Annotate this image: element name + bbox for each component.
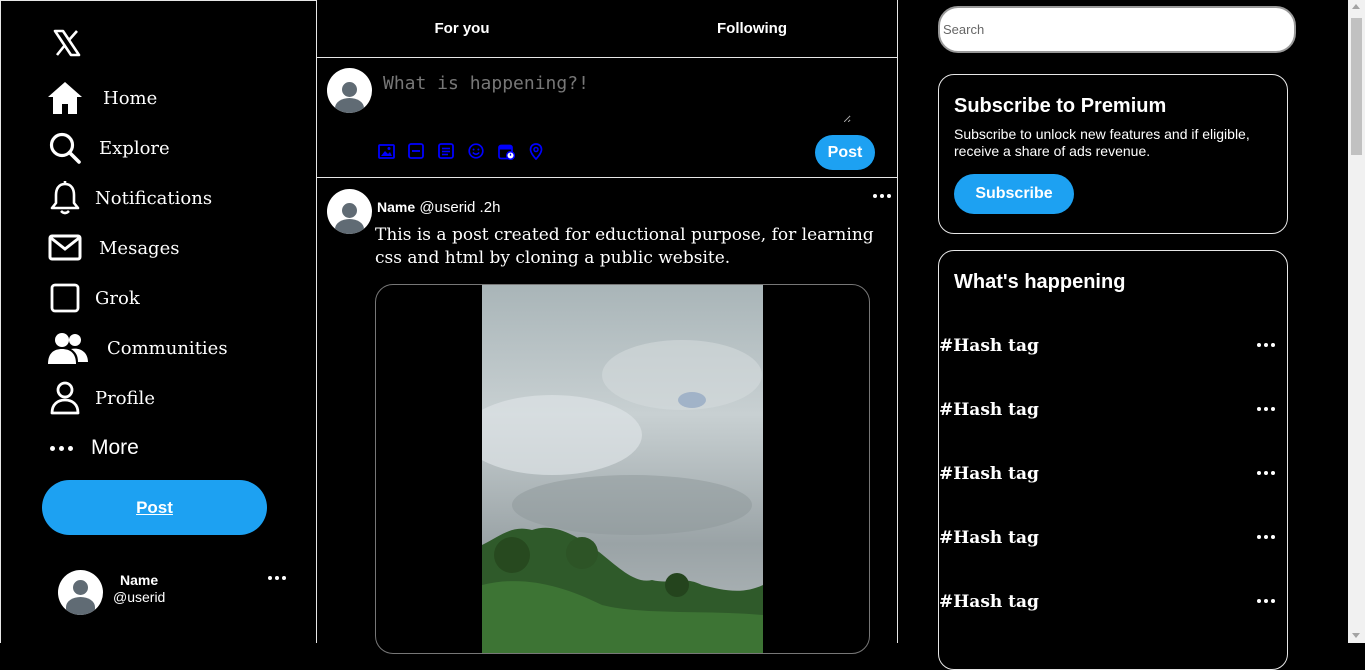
- search-input[interactable]: [938, 6, 1296, 53]
- sidebar: Home Explore Notifications Mesages Grok …: [0, 0, 317, 643]
- nav-explore-label: Explore: [99, 137, 170, 159]
- more-dots-icon[interactable]: [268, 576, 286, 580]
- tweet-header: Name @userid .2h: [377, 199, 500, 216]
- more-dots-icon[interactable]: [1257, 471, 1275, 475]
- feed-tabs: For you Following: [317, 0, 897, 58]
- nav-grok-label: Grok: [95, 287, 140, 309]
- bell-icon: [47, 180, 83, 216]
- avatar: [58, 570, 103, 615]
- tweet-meta: @userid .2h: [419, 199, 501, 216]
- subscribe-button[interactable]: Subscribe: [954, 174, 1074, 214]
- nav-messages[interactable]: Mesages: [47, 228, 179, 268]
- scroll-down-arrow-icon[interactable]: [1352, 633, 1360, 638]
- premium-description: Subscribe to unlock new features and if …: [954, 126, 1250, 159]
- nav-grok[interactable]: Grok: [47, 278, 140, 318]
- poll-icon[interactable]: [437, 142, 455, 160]
- scroll-up-arrow-icon[interactable]: [1352, 4, 1360, 9]
- nav-profile[interactable]: Profile: [47, 378, 155, 418]
- schedule-icon[interactable]: [497, 142, 515, 160]
- grok-icon: [47, 280, 83, 316]
- account-switcher[interactable]: Name @userid: [58, 570, 298, 616]
- compose-input[interactable]: [377, 67, 851, 123]
- nav-communities[interactable]: Communities: [47, 328, 228, 368]
- compose-box: Post: [317, 58, 897, 178]
- user-icon: [47, 380, 83, 416]
- compose-post-button[interactable]: Post: [815, 135, 875, 170]
- x-logo-icon[interactable]: [52, 28, 82, 58]
- trend-hashtag: #Hash tag: [939, 464, 1039, 484]
- tab-following[interactable]: Following: [607, 0, 897, 57]
- more-dots-icon[interactable]: [1257, 407, 1275, 411]
- more-dots-icon[interactable]: [1257, 535, 1275, 539]
- nav-profile-label: Profile: [95, 387, 155, 409]
- premium-card: Subscribe to Premium Subscribe to unlock…: [938, 74, 1288, 234]
- trend-item[interactable]: #Hash tag: [939, 524, 1279, 554]
- nav-notifications-label: Notifications: [95, 187, 213, 209]
- sidebar-post-button[interactable]: Post: [42, 480, 267, 535]
- nav-more-label: More: [91, 436, 139, 459]
- gif-icon[interactable]: [407, 142, 425, 160]
- nav-messages-label: Mesages: [99, 237, 180, 259]
- trends-card: What's happening #Hash tag #Hash tag #Ha…: [938, 250, 1288, 670]
- trend-hashtag: #Hash tag: [939, 336, 1039, 356]
- tweet-image: [482, 285, 763, 653]
- more-dots-icon[interactable]: [873, 194, 891, 198]
- scrollbar-thumb[interactable]: [1351, 18, 1362, 155]
- tweet-text: This is a post created for eductional pu…: [375, 225, 874, 268]
- trend-hashtag: #Hash tag: [939, 592, 1039, 612]
- trend-item[interactable]: #Hash tag: [939, 588, 1279, 618]
- tab-for-you[interactable]: For you: [317, 0, 607, 57]
- emoji-icon[interactable]: [467, 142, 485, 160]
- nav-explore[interactable]: Explore: [47, 128, 170, 168]
- profile-userid: @userid: [113, 589, 166, 605]
- trend-item[interactable]: #Hash tag: [939, 332, 1279, 362]
- tweet-media[interactable]: [375, 284, 870, 654]
- avatar: [327, 68, 372, 113]
- nav-communities-label: Communities: [107, 337, 228, 359]
- people-icon: [47, 330, 89, 366]
- premium-title: Subscribe to Premium: [954, 95, 1167, 117]
- envelope-icon: [47, 230, 83, 266]
- more-dots-icon[interactable]: [1257, 343, 1275, 347]
- nav-home[interactable]: Home: [47, 78, 157, 118]
- image-icon[interactable]: [377, 142, 395, 160]
- avatar[interactable]: [327, 189, 372, 234]
- trend-item[interactable]: #Hash tag: [939, 396, 1279, 426]
- compose-toolbar: [377, 142, 545, 160]
- trend-item[interactable]: #Hash tag: [939, 460, 1279, 490]
- more-dots-icon: [47, 430, 75, 466]
- tweet-author-name[interactable]: Name: [377, 199, 415, 215]
- trends-title: What's happening: [954, 271, 1126, 293]
- trend-hashtag: #Hash tag: [939, 528, 1039, 548]
- home-icon: [47, 80, 83, 116]
- nav-home-label: Home: [103, 87, 158, 109]
- trend-hashtag: #Hash tag: [939, 400, 1039, 420]
- nav-more[interactable]: More: [47, 428, 139, 468]
- location-icon[interactable]: [527, 142, 545, 160]
- tweet: Name @userid .2h This is a post created …: [317, 179, 897, 654]
- more-dots-icon[interactable]: [1257, 599, 1275, 603]
- main-feed: For you Following What is happening?! Po…: [317, 0, 898, 654]
- nav-notifications[interactable]: Notifications: [47, 178, 212, 218]
- profile-name: Name: [120, 572, 159, 588]
- search-icon: [47, 130, 83, 166]
